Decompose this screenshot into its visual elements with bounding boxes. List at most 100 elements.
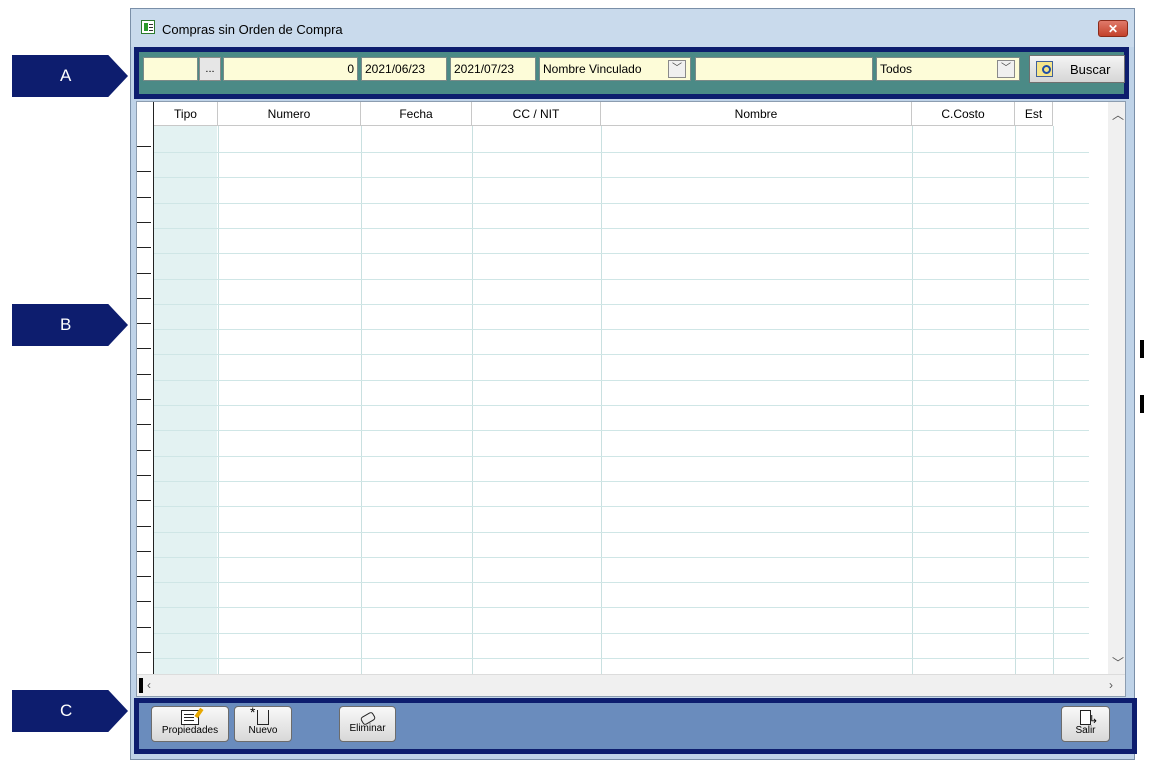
- grid-row-line: [154, 430, 1089, 431]
- column-header-cc-nit[interactable]: CC / NIT: [472, 102, 601, 126]
- row-header-column: [137, 102, 154, 676]
- grid-row-line: [154, 203, 1089, 204]
- row-header-tick: [137, 171, 151, 172]
- properties-button-label: Propiedades: [161, 725, 219, 736]
- row-header-tick: [137, 146, 151, 147]
- chevron-down-icon[interactable]: ﹀: [668, 60, 686, 78]
- grid-row-line: [154, 532, 1089, 533]
- grid-row-line: [154, 152, 1089, 153]
- callout-c-label: C: [60, 701, 73, 720]
- grid-row-line: [154, 354, 1089, 355]
- grid-row-line: [154, 633, 1089, 634]
- exit-door-icon: [1080, 710, 1098, 726]
- grid-row-line: [154, 481, 1089, 482]
- grid-row-line: [154, 253, 1089, 254]
- grid-row-line: [154, 380, 1089, 381]
- browse-button[interactable]: ...: [199, 57, 221, 81]
- column-header-tipo[interactable]: Tipo: [154, 102, 218, 126]
- grid-column-line: [361, 126, 362, 676]
- new-button-label: Nuevo: [248, 725, 278, 736]
- edge-mark: [1140, 395, 1144, 413]
- scroll-left-icon[interactable]: ‹: [147, 678, 151, 692]
- row-header-tick: [137, 551, 151, 552]
- grid-row-line: [154, 557, 1089, 558]
- name-type-value: Nombre Vinculado: [543, 62, 642, 76]
- number-field[interactable]: 0: [223, 57, 358, 81]
- grid-row-line: [154, 177, 1089, 178]
- column-header-est[interactable]: Est: [1015, 102, 1053, 126]
- date-to-field[interactable]: 2021/07/23: [450, 57, 536, 81]
- row-header-tick: [137, 348, 151, 349]
- scroll-down-icon[interactable]: ﹀: [1112, 654, 1124, 671]
- grid-column-line: [601, 126, 602, 676]
- new-button[interactable]: Nuevo: [234, 704, 292, 742]
- scroll-right-icon[interactable]: ›: [1109, 678, 1113, 692]
- grid-column-line: [472, 126, 473, 676]
- grid-column-line: [1015, 126, 1016, 676]
- name-field[interactable]: [695, 57, 873, 81]
- grid-row-line: [154, 506, 1089, 507]
- properties-button[interactable]: Propiedades: [151, 706, 229, 742]
- row-header-tick: [137, 323, 151, 324]
- scroll-up-icon[interactable]: ︿: [1112, 106, 1124, 123]
- column-header-fecha[interactable]: Fecha: [361, 102, 472, 126]
- search-button[interactable]: Buscar: [1029, 55, 1125, 83]
- grid-column-line: [218, 126, 219, 676]
- row-header-tick: [137, 526, 151, 527]
- column-header-numero[interactable]: Numero: [218, 102, 361, 126]
- vertical-scrollbar[interactable]: ︿ ﹀: [1108, 102, 1125, 676]
- row-header-tick: [137, 424, 151, 425]
- filter-toolbar-inner: ... 0 2021/06/23 2021/07/23 Nombre Vincu…: [139, 52, 1125, 94]
- grid-column-line: [912, 126, 913, 676]
- tipo-column-shade: [154, 126, 217, 676]
- new-document-icon: [250, 704, 269, 725]
- row-header-tick: [137, 399, 151, 400]
- row-header-tick: [137, 475, 151, 476]
- callout-b-label: B: [60, 315, 72, 334]
- action-toolbar-inner: Propiedades Nuevo Eliminar Salir: [139, 703, 1132, 749]
- grid-row-line: [154, 228, 1089, 229]
- grid-row-line: [154, 304, 1089, 305]
- grid-row-line: [154, 329, 1089, 330]
- exit-button[interactable]: Salir: [1061, 706, 1110, 742]
- app-window-icon: [141, 20, 155, 34]
- row-header-tick: [137, 627, 151, 628]
- close-button[interactable]: ✕: [1098, 20, 1128, 37]
- row-header-tick: [137, 197, 151, 198]
- row-header-tick: [137, 601, 151, 602]
- grid-column-line: [1053, 126, 1054, 676]
- delete-button-label: Eliminar: [349, 723, 386, 734]
- main-window: Compras sin Orden de Compra ✕ ... 0 2021…: [130, 8, 1137, 760]
- horizontal-scrollbar[interactable]: ‹ ›: [137, 674, 1125, 696]
- filter-toolbar: ... 0 2021/06/23 2021/07/23 Nombre Vincu…: [134, 47, 1129, 99]
- row-header-tick: [137, 247, 151, 248]
- row-header-tick: [137, 273, 151, 274]
- row-header-tick: [137, 374, 151, 375]
- search-icon: [1036, 61, 1053, 77]
- results-grid[interactable]: Tipo Numero Fecha CC / NIT Nombre C.Cost…: [136, 101, 1126, 697]
- title-bar[interactable]: Compras sin Orden de Compra ✕: [131, 9, 1134, 47]
- callout-a-label: A: [60, 66, 72, 85]
- delete-button[interactable]: Eliminar: [339, 706, 396, 742]
- chevron-down-icon[interactable]: ﹀: [997, 60, 1015, 78]
- close-icon: ✕: [1107, 22, 1119, 36]
- code-field[interactable]: [143, 57, 198, 81]
- grid-row-line: [154, 582, 1089, 583]
- column-header-c-costo[interactable]: C.Costo: [912, 102, 1015, 126]
- callout-c: C: [12, 690, 128, 732]
- row-header-tick: [137, 500, 151, 501]
- row-header-tick: [137, 450, 151, 451]
- column-header-nombre[interactable]: Nombre: [601, 102, 912, 126]
- callout-b: B: [12, 304, 128, 346]
- row-marker: [139, 678, 143, 693]
- exit-button-label: Salir: [1075, 725, 1096, 736]
- grid-row-line: [154, 658, 1089, 659]
- grid-row-line: [154, 279, 1089, 280]
- row-header-tick: [137, 652, 151, 653]
- window-title: Compras sin Orden de Compra: [162, 22, 343, 37]
- date-from-field[interactable]: 2021/06/23: [361, 57, 447, 81]
- grid-row-line: [154, 607, 1089, 608]
- row-header-tick: [137, 298, 151, 299]
- status-value: Todos: [880, 62, 913, 76]
- grid-row-line: [154, 405, 1089, 406]
